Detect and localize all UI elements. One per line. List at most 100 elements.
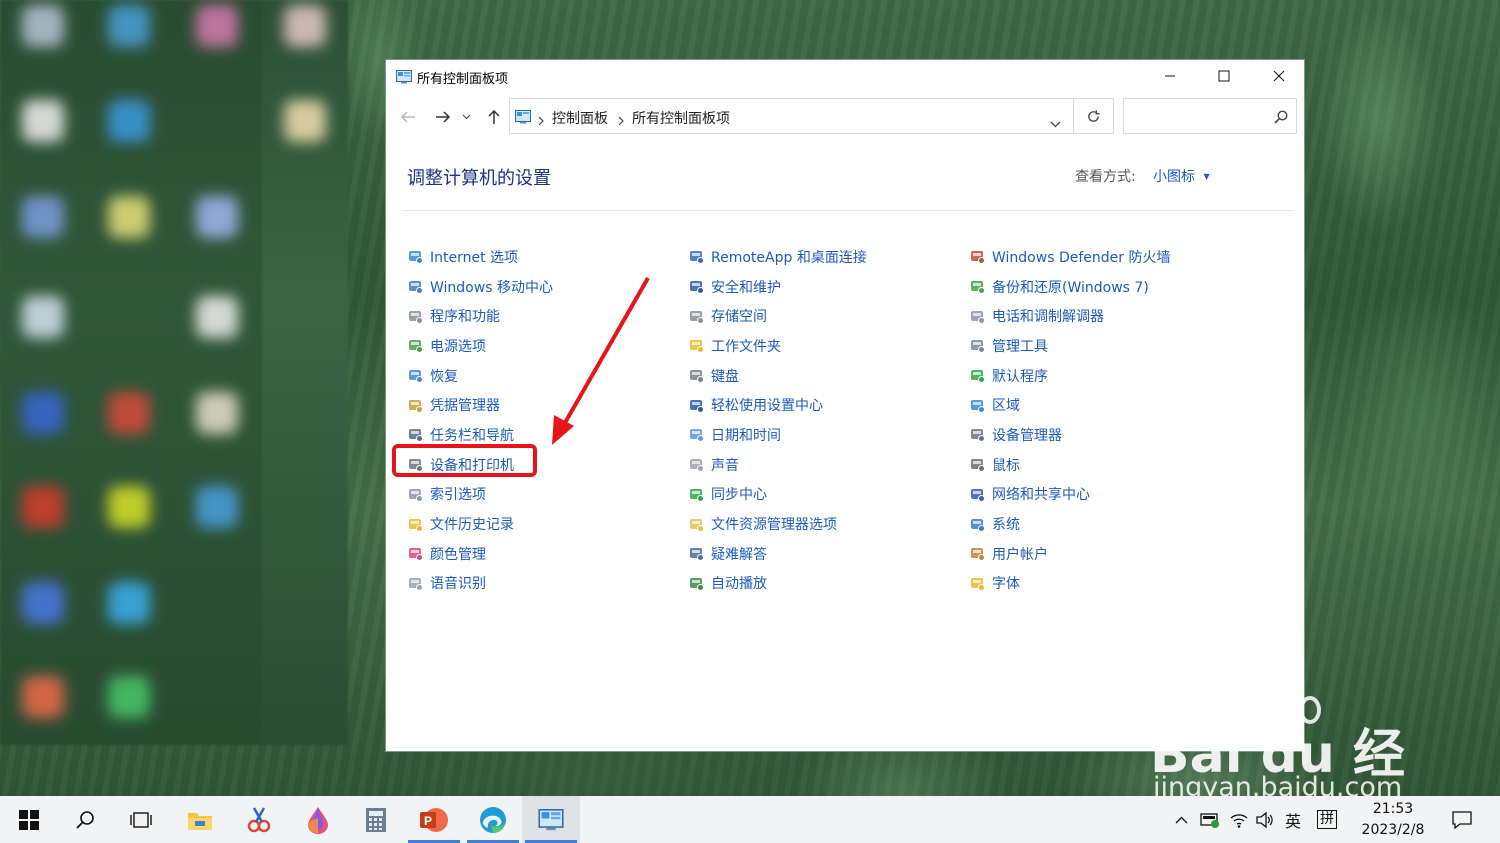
search-icon[interactable] <box>1274 109 1288 128</box>
control-panel-item[interactable]: RemoteApp 和桌面连接 <box>687 242 867 272</box>
desktop-icon[interactable] <box>196 486 238 528</box>
notification-icon[interactable] <box>1440 796 1484 843</box>
control-panel-item[interactable]: 字体 <box>968 569 1170 599</box>
snipping-tool-icon[interactable] <box>230 796 288 843</box>
ime-language-indicator[interactable]: 英 <box>1280 796 1306 843</box>
control-panel-item[interactable]: 凭据管理器 <box>406 390 553 420</box>
desktop-icon[interactable] <box>22 392 64 434</box>
wifi-icon[interactable] <box>1226 796 1252 843</box>
control-panel-item[interactable]: 电话和调制解调器 <box>968 301 1170 331</box>
control-panel-item[interactable]: 默认程序 <box>968 361 1170 391</box>
show-hidden-icons-button[interactable] <box>1168 796 1194 843</box>
ime-mode-indicator[interactable]: 拼 <box>1314 796 1340 843</box>
title-bar[interactable]: 所有控制面板项 <box>386 60 1304 92</box>
control-panel-item[interactable]: Internet 选项 <box>406 242 553 272</box>
desktop-icon[interactable] <box>196 392 238 434</box>
control-panel-item[interactable]: 声音 <box>687 450 867 480</box>
clock[interactable]: 21:53 2023/2/8 <box>1350 799 1436 841</box>
edge-icon[interactable] <box>464 796 522 843</box>
control-panel-item[interactable]: 语音识别 <box>406 569 553 599</box>
forward-button[interactable] <box>432 106 454 128</box>
control-panel-item[interactable]: 工作文件夹 <box>687 331 867 361</box>
view-by-dropdown[interactable]: 小图标 ▼ <box>1153 166 1210 186</box>
desktop-icon[interactable] <box>196 296 238 338</box>
desktop-icon[interactable] <box>108 100 150 142</box>
control-panel-item[interactable]: 用户帐户 <box>968 539 1170 569</box>
desktop-icon[interactable] <box>22 196 64 238</box>
desktop-icon[interactable] <box>108 486 150 528</box>
control-panel-item[interactable]: 轻松使用设置中心 <box>687 390 867 420</box>
control-panel-item[interactable]: 电源选项 <box>406 331 553 361</box>
control-panel-item[interactable]: 颜色管理 <box>406 539 553 569</box>
desktop-icon[interactable] <box>22 296 64 338</box>
close-button[interactable] <box>1251 60 1306 92</box>
control-panel-item[interactable]: 设备管理器 <box>968 420 1170 450</box>
desktop-icon[interactable] <box>22 486 64 528</box>
control-panel-item-label: 恢复 <box>430 368 458 385</box>
paint-drop-icon[interactable] <box>289 796 347 843</box>
control-panel-item[interactable]: 任务栏和导航 <box>406 420 553 450</box>
chevron-down-icon[interactable] <box>1050 113 1061 132</box>
control-panel-item[interactable]: 管理工具 <box>968 331 1170 361</box>
control-panel-item[interactable]: 程序和功能 <box>406 301 553 331</box>
desktop-icon[interactable] <box>108 582 150 624</box>
dropdown-arrow-icon: ▼ <box>1203 172 1210 181</box>
desktop-icon[interactable] <box>196 196 238 238</box>
breadcrumb-separator-icon[interactable] <box>538 111 544 130</box>
region-icon <box>968 396 986 414</box>
control-panel-item[interactable]: 文件历史记录 <box>406 509 553 539</box>
file-explorer-icon[interactable] <box>171 796 229 843</box>
recent-locations-button[interactable] <box>459 106 473 128</box>
search-box[interactable] <box>1123 98 1297 134</box>
control-panel-item[interactable]: 文件资源管理器选项 <box>687 509 867 539</box>
control-panel-item[interactable]: 日期和时间 <box>687 420 867 450</box>
breadcrumb-separator-icon[interactable] <box>618 111 624 130</box>
desktop-icon[interactable] <box>22 582 64 624</box>
volume-icon[interactable] <box>1252 796 1278 843</box>
address-bar[interactable]: 控制面板 所有控制面板项 <box>509 98 1074 134</box>
control-panel-item[interactable]: 备份和还原(Windows 7) <box>968 272 1170 302</box>
control-panel-item[interactable]: 安全和维护 <box>687 272 867 302</box>
start-icon[interactable] <box>0 796 58 843</box>
desktop-icon[interactable] <box>284 5 326 47</box>
desktop-icon[interactable] <box>22 100 64 142</box>
control-panel-item[interactable]: 鼠标 <box>968 450 1170 480</box>
desktop-icon[interactable] <box>22 5 64 47</box>
control-panel-item[interactable]: 存储空间 <box>687 301 867 331</box>
control-panel-icon[interactable] <box>522 796 580 843</box>
up-button[interactable] <box>483 106 505 128</box>
breadcrumb-all-items[interactable]: 所有控制面板项 <box>632 108 730 128</box>
control-panel-item[interactable]: 同步中心 <box>687 480 867 510</box>
control-panel-item[interactable]: 恢复 <box>406 361 553 391</box>
mobility-center-icon <box>406 278 424 296</box>
control-panel-item[interactable]: 索引选项 <box>406 480 553 510</box>
control-panel-item[interactable]: 键盘 <box>687 361 867 391</box>
calculator-icon[interactable] <box>347 796 405 843</box>
powerpoint-icon[interactable]: P <box>405 796 463 843</box>
control-panel-item[interactable]: 网络和共享中心 <box>968 480 1170 510</box>
search-icon[interactable] <box>56 796 114 843</box>
task-view-icon[interactable] <box>112 796 170 843</box>
minimize-button[interactable] <box>1142 60 1197 92</box>
control-panel-item[interactable]: Windows 移动中心 <box>406 272 553 302</box>
back-button[interactable] <box>397 106 419 128</box>
maximize-button[interactable] <box>1196 60 1251 92</box>
svg-text:P: P <box>424 814 432 828</box>
desktop-icon[interactable] <box>108 392 150 434</box>
control-panel-item[interactable]: 系统 <box>968 509 1170 539</box>
control-panel-item[interactable]: 疑难解答 <box>687 539 867 569</box>
control-panel-item[interactable]: 设备和打印机 <box>406 450 553 480</box>
desktop-icon[interactable] <box>284 100 326 142</box>
desktop-icon[interactable] <box>108 676 150 718</box>
desktop-icon[interactable] <box>196 5 238 47</box>
desktop-icon[interactable] <box>108 5 150 47</box>
control-panel-item[interactable]: 自动播放 <box>687 569 867 599</box>
desktop-icon[interactable] <box>108 196 150 238</box>
control-panel-item[interactable]: Windows Defender 防火墙 <box>968 242 1170 272</box>
refresh-button[interactable] <box>1074 98 1114 134</box>
security-tray-icon[interactable] <box>1196 796 1224 843</box>
desktop-icon[interactable] <box>22 676 64 718</box>
search-input[interactable] <box>1130 99 1270 133</box>
breadcrumb-control-panel[interactable]: 控制面板 <box>552 108 608 128</box>
control-panel-item[interactable]: 区域 <box>968 390 1170 420</box>
